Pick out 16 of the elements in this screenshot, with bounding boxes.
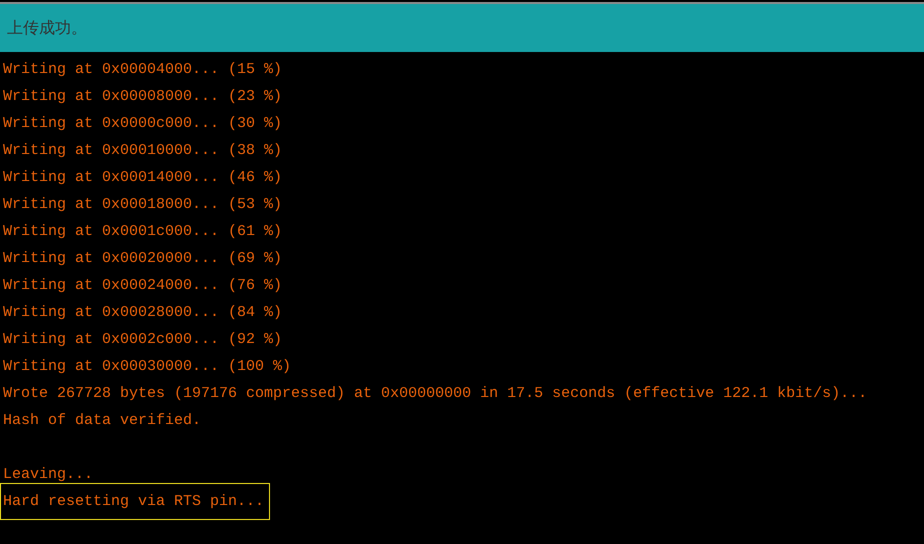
- console-line: Writing at 0x00030000... (100 %): [2, 357, 292, 377]
- console-line: Writing at 0x0002c000... (92 %): [2, 330, 284, 350]
- console-line: Hash of data verified.: [2, 411, 202, 431]
- status-message: 上传成功。: [7, 18, 87, 38]
- console-line: Leaving...: [2, 465, 94, 485]
- console-line: Writing at 0x0000c000... (30 %): [2, 114, 284, 134]
- console-line: Writing at 0x00018000... (53 %): [2, 195, 284, 215]
- console-line: Writing at 0x0001c000... (61 %): [2, 222, 284, 242]
- console-line: Writing at 0x00028000... (84 %): [2, 303, 284, 323]
- console-line: Writing at 0x00008000... (23 %): [2, 87, 284, 107]
- console-line: Writing at 0x00010000... (38 %): [2, 141, 284, 161]
- console-line: Writing at 0x00004000... (15 %): [2, 60, 284, 80]
- console-line: Writing at 0x00020000... (69 %): [2, 249, 284, 269]
- console-line: Wrote 267728 bytes (197176 compressed) at 0x00000000 in 17.5 seconds (effective 122.1 kbit/s)...: [2, 384, 868, 404]
- console-line: Writing at 0x00024000... (76 %): [2, 276, 284, 296]
- console-line: Writing at 0x00014000... (46 %): [2, 168, 284, 188]
